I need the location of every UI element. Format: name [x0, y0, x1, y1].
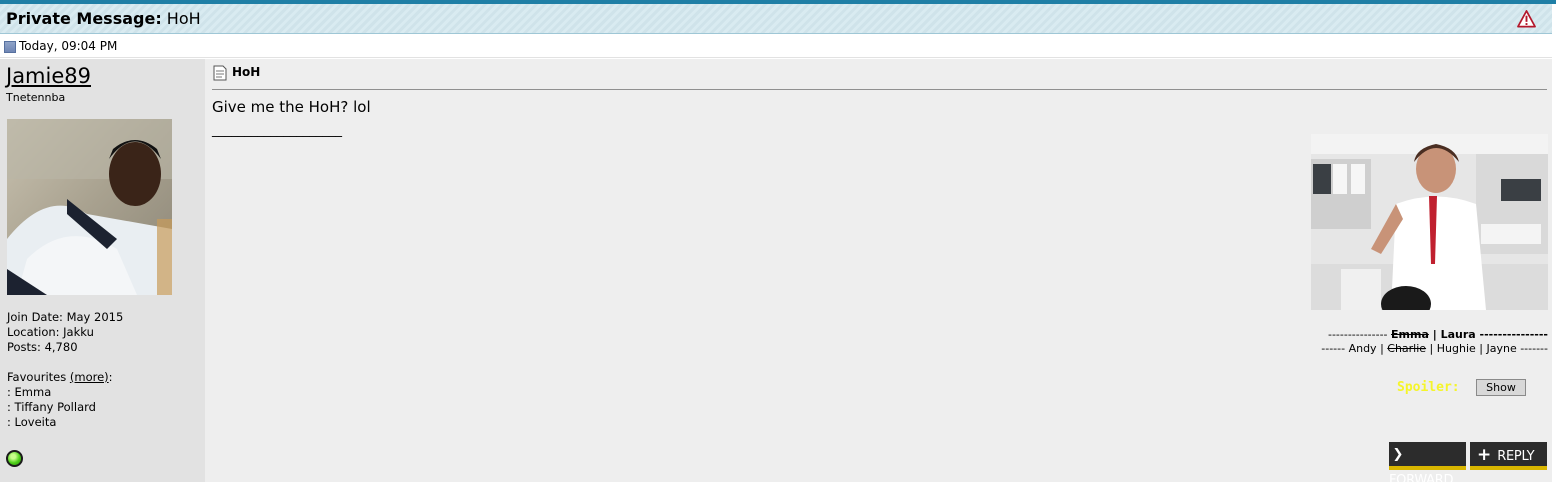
- post-date-bar: Today, 09:04 PM: [0, 35, 1552, 58]
- post-body: HoH Give me the HoH? lol _______________…: [205, 59, 1552, 488]
- signature-line-2: ------ Andy | Charlie | Hughie | Jayne -…: [1321, 342, 1548, 355]
- signature-text: --------------- Emma | Laura -----------…: [1300, 328, 1548, 356]
- post-divider: [212, 89, 1547, 90]
- username-link[interactable]: Jamie89: [6, 64, 91, 88]
- pm-title-bar: Private Message: HoH: [0, 4, 1552, 34]
- post-count: Posts: 4,780: [7, 340, 78, 354]
- spoiler-show-button[interactable]: Show: [1476, 379, 1526, 396]
- favourites-more-link[interactable]: (more): [70, 370, 109, 384]
- user-avatar[interactable]: [7, 119, 172, 295]
- post-title: HoH: [232, 65, 261, 79]
- favourites-heading: Favourites (more):: [7, 370, 113, 384]
- signature-divider: ____________________: [212, 123, 342, 138]
- favourite-item: : Loveita: [7, 415, 57, 429]
- signature-line-1: --------------- Emma | Laura -----------…: [1327, 328, 1548, 341]
- report-warning-icon[interactable]: [1517, 9, 1536, 29]
- spoiler-label: Spoiler:: [1397, 380, 1460, 395]
- location: Location: Jakku: [7, 325, 94, 339]
- forward-button[interactable]: ❯FORWARD: [1389, 442, 1466, 488]
- post-message: Give me the HoH? lol: [212, 98, 371, 116]
- signature-image: [1311, 134, 1548, 310]
- plus-icon: +: [1477, 445, 1492, 465]
- post-document-icon: [213, 65, 227, 81]
- user-title: Tnetennba: [6, 91, 66, 104]
- post-date: Today, 09:04 PM: [19, 39, 118, 53]
- user-info-panel: Jamie89 Tnetennba Join Date: May 2015 Lo…: [0, 59, 205, 482]
- post-date-icon: [4, 41, 16, 53]
- forward-arrow-icon: ❯: [1392, 447, 1404, 462]
- join-date: Join Date: May 2015: [7, 310, 124, 324]
- page-title: Private Message: HoH: [6, 9, 201, 28]
- reply-button[interactable]: + REPLY: [1470, 442, 1547, 470]
- favourite-item: : Tiffany Pollard: [7, 400, 96, 414]
- favourite-item: : Emma: [7, 385, 52, 399]
- online-status-icon: [6, 450, 23, 467]
- user-stats: Join Date: May 2015 Location: Jakku Post…: [7, 310, 123, 430]
